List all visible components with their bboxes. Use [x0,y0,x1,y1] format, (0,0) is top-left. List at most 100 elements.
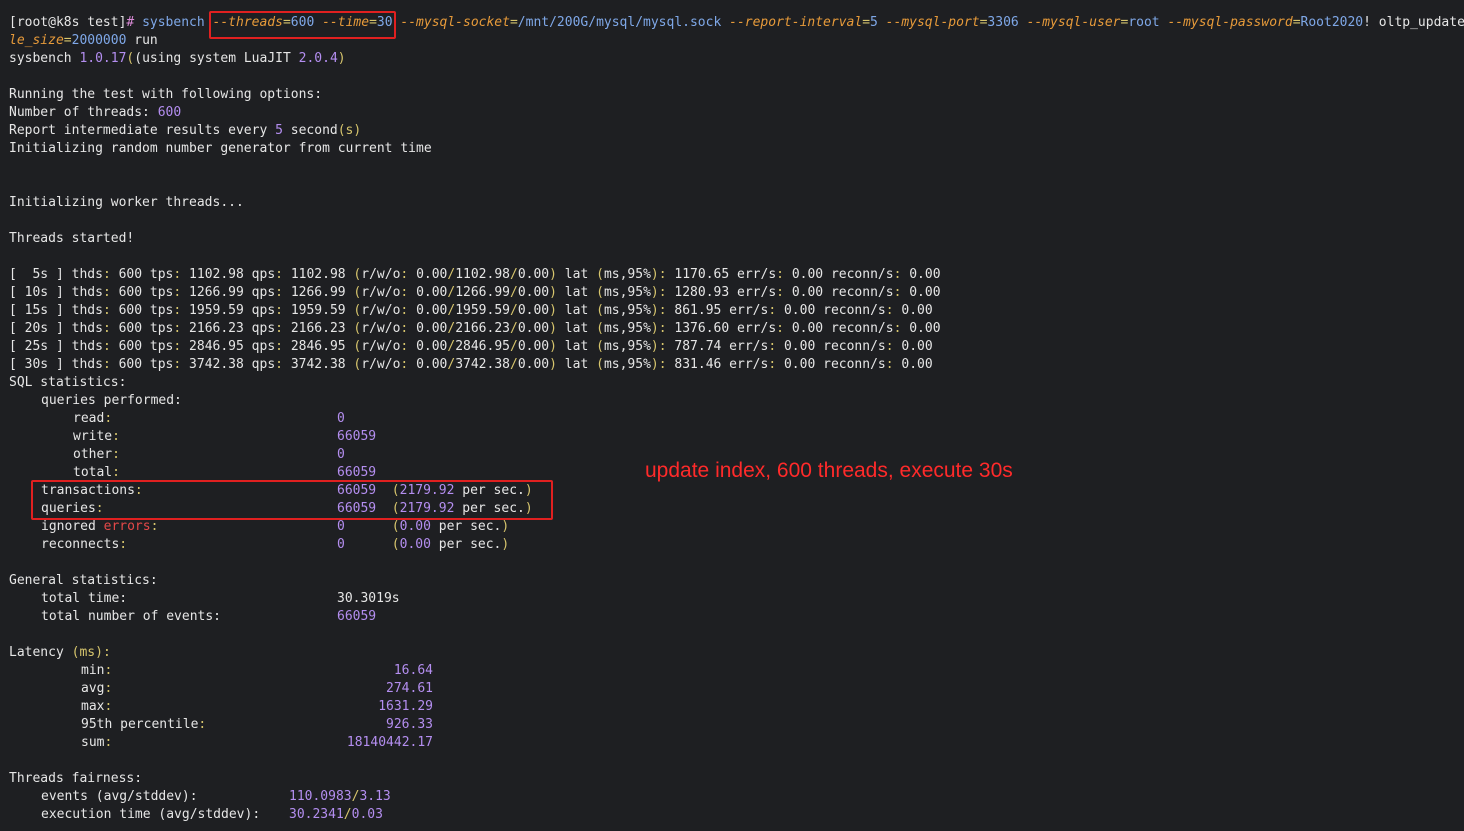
luajit-version: 2.0.4 [298,51,338,66]
sysbench-version: 1.0.17 [79,51,127,66]
interval-write: 1266.99 [455,285,510,300]
init-workers-line: Initializing worker threads... [9,195,244,210]
port-option: --mysql-port [885,15,980,30]
script-name: oltp_update_index [1378,15,1464,30]
interval-qps: 1102.98 [290,267,346,282]
write-row: write: [73,429,120,444]
interval-write: 1102.98 [455,267,510,282]
password-option-value: Root2020 [1300,15,1364,30]
errors-word: errors [103,519,151,534]
report-interval-line: Report intermediate results every 5 seco… [9,123,362,138]
run-keyword: run [134,33,158,48]
threads-started-line: Threads started! [9,231,135,246]
port-option-value: 3306 [987,15,1019,30]
interval-time: 10s [24,285,49,300]
interval-errors: 0.00 [791,321,824,336]
interval-row: [ 10s ] thds: 600 tps: 1266.99 qps: 1266… [9,285,941,300]
interval-reconnects: 0.00 [909,267,941,282]
latency-avg-row: avg: [81,681,113,696]
interval-tps: 1102.98 [189,267,244,282]
interval-threads: 600 [118,321,143,336]
interval-threads: 600 [118,339,143,354]
user-option: --mysql-user [1026,15,1121,30]
interval-row: [ 30s ] thds: 600 tps: 3742.38 qps: 3742… [9,357,933,372]
latency-sum-row: sum: [81,735,113,750]
command-name: sysbench [142,15,205,30]
interval-row: [ 25s ] thds: 600 tps: 2846.95 qps: 2846… [9,339,933,354]
interval-time: 5s [32,267,49,282]
interval-threads: 600 [118,267,143,282]
latency-avg-value: 274.61 [386,681,433,696]
interval-read: 0.00 [416,339,448,354]
write-value: 66059 [337,429,377,444]
latency-max-value: 1631.29 [378,699,433,714]
latency-min-value: 16.64 [393,663,433,678]
interval-tps: 1266.99 [189,285,244,300]
other-value: 0 [337,447,345,462]
reconnects-row: reconnects: [41,537,128,552]
interval-write: 1959.59 [455,303,510,318]
fairness-exec-value: 30.2341/0.03 [289,807,383,822]
interval-threads: 600 [118,285,143,300]
interval-latency: 1280.93 [674,285,730,300]
interval-row: [ 15s ] thds: 600 tps: 1959.59 qps: 1959… [9,303,933,318]
interval-read: 0.00 [416,285,448,300]
interval-errors: 0.00 [783,303,816,318]
version-line: sysbench 1.0.17( (using system LuaJIT 2.… [9,51,346,66]
threads-time-highlight-box [209,11,396,39]
interval-qps: 3742.38 [290,357,346,372]
interval-latency: 1170.65 [674,267,730,282]
prompt-hash: # [126,15,135,30]
ignored-errors-value: 0 (0.00 per sec.) [337,519,510,534]
interval-other: 0.00 [517,303,550,318]
running-line: Running the test with following options: [9,87,323,102]
command-line-continued: le_size=2000000 run [9,33,158,48]
interval-threads: 600 [118,357,143,372]
interval-write: 2846.95 [455,339,510,354]
ignored-errors-row: ignored errors: [41,519,159,534]
interval-qps: 2166.23 [290,321,346,336]
sql-stats-title: SQL statistics: [9,375,127,390]
latency-p95-value: 926.33 [386,717,433,732]
interval-errors: 0.00 [791,267,824,282]
interval-tps: 2846.95 [189,339,244,354]
interval-other: 0.00 [517,285,550,300]
total-time-value: 30.3019s [337,591,400,606]
interval-threads: 600 [118,303,143,318]
interval-reconnects: 0.00 [901,303,933,318]
table-size-value: 2000000 [71,33,127,48]
interval-other: 0.00 [517,267,550,282]
interval-latency: 861.95 [674,303,722,318]
read-value: 0 [337,411,345,426]
interval-errors: 0.00 [783,357,816,372]
interval-qps: 1959.59 [290,303,346,318]
reconnects-value: 0 (0.00 per sec.) [337,537,510,552]
latency-p95-row: 95th percentile: [81,717,207,732]
queries-performed-label: queries performed: [41,393,182,408]
fairness-title: Threads fairness: [9,771,143,786]
interval-qps: 1266.99 [290,285,346,300]
interval-read: 0.00 [416,267,448,282]
socket-option-value: /mnt/200G/mysql/mysql.sock [517,15,722,30]
latency-max-row: max: [81,699,113,714]
transactions-queries-highlight-box [31,480,553,520]
interval-time: 30s [24,357,49,372]
interval-read: 0.00 [416,321,448,336]
threads-count-line: Number of threads: 600 [9,105,182,120]
shell-prompt: [root@k8s test] [9,15,127,30]
interval-row: [ 5s ] thds: 600 tps: 1102.98 qps: 1102.… [9,267,941,282]
interval-other: 0.00 [517,357,550,372]
interval-reconnects: 0.00 [909,285,941,300]
latency-title: Latency (ms): [9,645,111,660]
interval-tps: 2166.23 [189,321,244,336]
interval-time: 25s [24,339,49,354]
interval-reconnects: 0.00 [901,339,933,354]
socket-option: --mysql-socket [400,15,510,30]
terminal-window[interactable]: [root@k8s test]# sysbench --threads=600 … [0,0,1464,831]
interval-tps: 1959.59 [189,303,244,318]
interval-qps: 2846.95 [290,339,346,354]
latency-min-row: min: [81,663,113,678]
read-row: read: [73,411,113,426]
fairness-exec-row: execution time (avg/stddev): [41,807,261,822]
total-events-row: total number of events: [41,609,222,624]
